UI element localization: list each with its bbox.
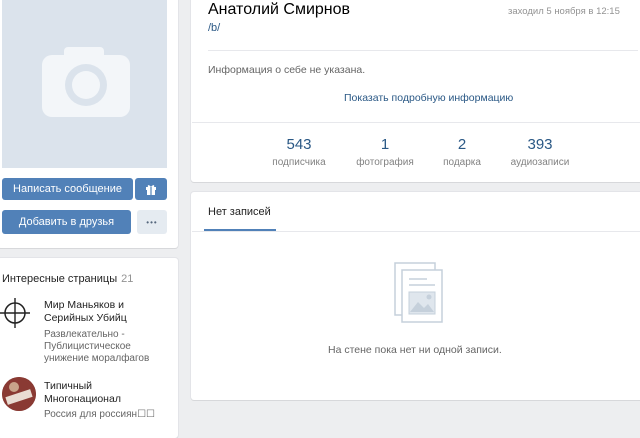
divider (208, 50, 638, 51)
camera-icon (42, 47, 130, 117)
more-dots-icon: ••• (146, 217, 158, 227)
send-message-label: Написать сообщение (13, 183, 122, 195)
stat-number: 543 (286, 136, 312, 153)
stat-number: 1 (380, 136, 390, 153)
page-desc-line: унижение моралфагов (44, 353, 150, 364)
page-name-line: Многонационал (44, 393, 121, 405)
gift-button[interactable] (135, 178, 167, 200)
empty-wall-text: На стене пока нет ни одной записи. (328, 344, 502, 356)
stat-gifts[interactable]: 2 подарка (420, 136, 504, 168)
avatar[interactable] (2, 0, 167, 168)
page-desc-line: Россия для россиян☐☐ (44, 409, 156, 420)
show-more-info-link[interactable]: Показать подробную информацию (344, 92, 513, 104)
profile-status[interactable]: /b/ (208, 22, 220, 34)
stat-followers[interactable]: 543 подписчика (257, 136, 341, 168)
add-friend-button[interactable]: Добавить в друзья (2, 210, 131, 234)
page-desc-line: Публицистическое (44, 341, 131, 352)
page-item-typical[interactable]: Типичный Многонационал Россия для россия… (44, 380, 174, 421)
empty-wall-icon (392, 260, 448, 326)
stat-label: подписчика (272, 157, 326, 168)
community-avatar[interactable] (2, 377, 36, 411)
stat-label: аудиозаписи (510, 157, 570, 168)
profile-name: Анатолий Смирнов (208, 1, 351, 18)
interesting-pages-title: Интересные страницы (2, 273, 118, 285)
more-actions-button[interactable]: ••• (137, 210, 167, 234)
interesting-pages-header[interactable]: Интересные страницы 21 (2, 269, 133, 287)
page-name-line: Мир Маньяков и (44, 299, 124, 311)
stat-audio[interactable]: 393 аудиозаписи (498, 136, 582, 168)
crosshair-icon[interactable] (0, 296, 34, 330)
divider (192, 231, 640, 232)
stat-label: фотография (356, 157, 414, 168)
add-friend-label: Добавить в друзья (18, 216, 115, 228)
stat-number: 393 (527, 136, 553, 153)
interesting-pages-count: 21 (121, 273, 134, 285)
stat-photos[interactable]: 1 фотография (343, 136, 427, 168)
stat-number: 2 (457, 136, 467, 153)
last-seen-text: заходил 5 ноября в 12:15 (508, 6, 620, 17)
page-name-line: Типичный (44, 380, 93, 392)
about-text: Информация о себе не указана. (208, 64, 366, 76)
tab-no-posts[interactable]: Нет записей (208, 206, 271, 218)
divider (192, 122, 640, 123)
page-name-line: Серийных Убийц (44, 312, 127, 324)
page-item-maniacs[interactable]: Мир Маньяков и Серийных Убийц Развлекате… (44, 299, 174, 365)
page-desc-line: Развлекательно - (44, 329, 125, 340)
send-message-button[interactable]: Написать сообщение (2, 178, 133, 200)
gift-icon (146, 185, 156, 195)
stat-label: подарка (443, 157, 481, 168)
